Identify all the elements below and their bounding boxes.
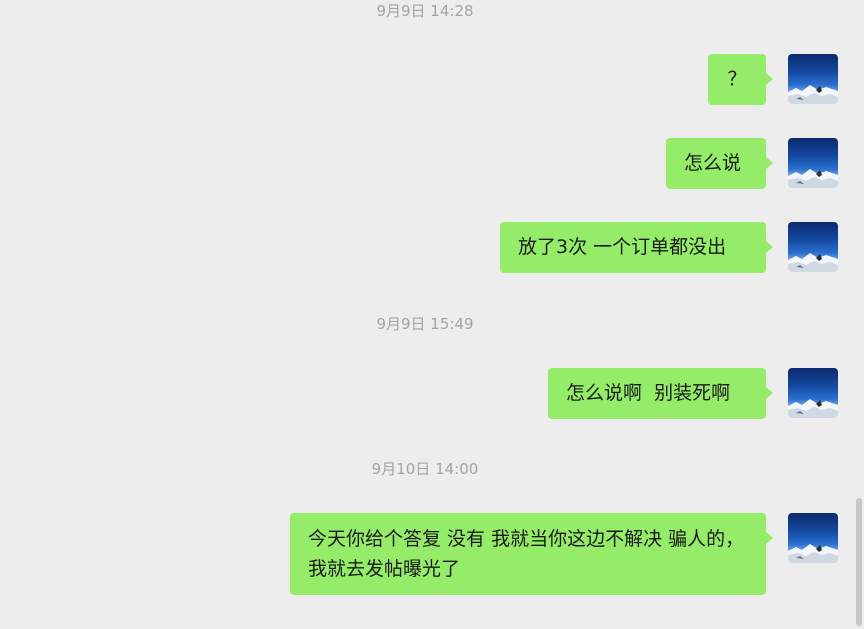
chat-bubble-sent[interactable]: 怎么说	[666, 138, 773, 189]
mountain-icon	[788, 169, 838, 188]
user-avatar[interactable]	[788, 138, 838, 188]
chat-bubble-sent[interactable]: 怎么说啊 别装死啊	[548, 368, 773, 419]
user-avatar[interactable]	[788, 222, 838, 272]
user-avatar[interactable]	[788, 513, 838, 563]
message-timestamp: 9月9日 15:49	[376, 315, 474, 333]
user-avatar[interactable]	[788, 368, 838, 418]
chat-bubble-sent[interactable]: 放了3次 一个订单都没出	[500, 222, 773, 273]
user-avatar[interactable]	[788, 54, 838, 104]
mountain-icon	[788, 544, 838, 563]
scrollbar-track[interactable]	[854, 0, 864, 629]
message-timestamp: 9月10日 14:00	[371, 460, 479, 478]
chat-message-list: 9月9日 14:28 ？ 怎么说 放了3次 一个订单都没出 9月9日 15:49	[0, 0, 864, 629]
chat-bubble-sent[interactable]: 今天你给个答复 没有 我就当你这边不解决 骗人的，我就去发帖曝光了	[290, 513, 773, 595]
mountain-icon	[788, 253, 838, 272]
scrollbar-thumb[interactable]	[856, 498, 862, 626]
chat-bubble-sent[interactable]: ？	[708, 54, 773, 105]
message-timestamp: 9月9日 14:28	[376, 2, 474, 20]
mountain-icon	[788, 399, 838, 418]
mountain-icon	[788, 85, 838, 104]
